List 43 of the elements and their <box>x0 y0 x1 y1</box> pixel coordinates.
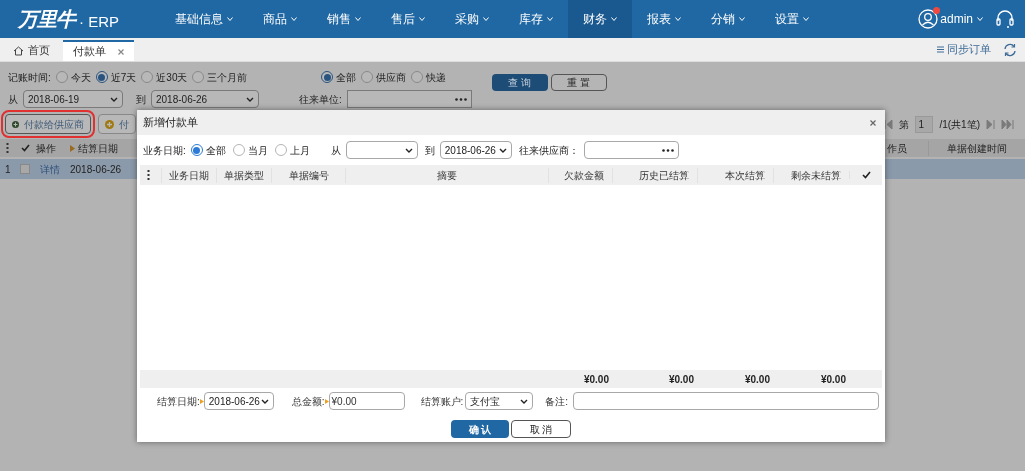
radio-label: 快递 <box>426 70 446 85</box>
column-header: 欠款金额 <box>548 167 612 183</box>
field-label: 总金额: <box>291 394 325 409</box>
field-label: 结算日期: <box>157 394 200 409</box>
column-header: 摘要 <box>345 167 548 183</box>
dialog-title: 新增付款单 <box>143 115 198 131</box>
row-number: 1 <box>5 162 11 177</box>
column-header: 单据编号 <box>271 167 345 183</box>
filter-label: 从 <box>8 92 18 107</box>
table-cell-text: 2018-06-26 <box>70 162 122 177</box>
radio-label: 供应商 <box>376 70 406 85</box>
radio-label: 当月 <box>247 143 268 158</box>
radio-label: 近7天 <box>110 70 137 85</box>
column-header: 作员 <box>886 141 908 156</box>
total-amount: ¥0.00 <box>743 372 771 387</box>
filter-label: 往来供应商： <box>518 143 579 158</box>
field-label: 备注: <box>545 394 569 409</box>
filter-label: 记账时间: <box>8 70 51 85</box>
filter-label: 从 <box>330 143 341 158</box>
filter-label: 往来单位: <box>299 92 342 107</box>
radio-label: 上月 <box>289 143 310 158</box>
total-amount: ¥0.00 <box>582 372 610 387</box>
pager-label: 第 <box>899 117 910 132</box>
product-name: · ERP <box>79 14 119 29</box>
filter-label: 到 <box>424 143 435 158</box>
column-header: 剩余未结算 <box>773 167 849 183</box>
column-header: 历史已结算 <box>612 167 697 183</box>
radio-label: 近30天 <box>156 70 188 85</box>
column-header: 单据创建时间 <box>928 140 1025 156</box>
total-amount: ¥0.00 <box>819 372 847 387</box>
radio-label: 全部 <box>205 143 226 158</box>
column-header: 业务日期 <box>161 167 216 183</box>
column-header: 本次结算 <box>697 167 773 183</box>
radio-label: 三个月前 <box>207 70 248 85</box>
column-header: 操作 <box>36 141 57 156</box>
page-total: /1(共1笔) <box>939 117 980 132</box>
filter-label: 业务日期: <box>143 143 186 158</box>
column-header: 单据类型 <box>216 167 271 183</box>
radio-label: 全部 <box>336 70 356 85</box>
field-label: 结算账户: <box>420 394 464 409</box>
radio-label: 今天 <box>70 70 91 85</box>
filter-label: 到 <box>136 92 146 107</box>
total-amount: ¥0.00 <box>667 372 695 387</box>
